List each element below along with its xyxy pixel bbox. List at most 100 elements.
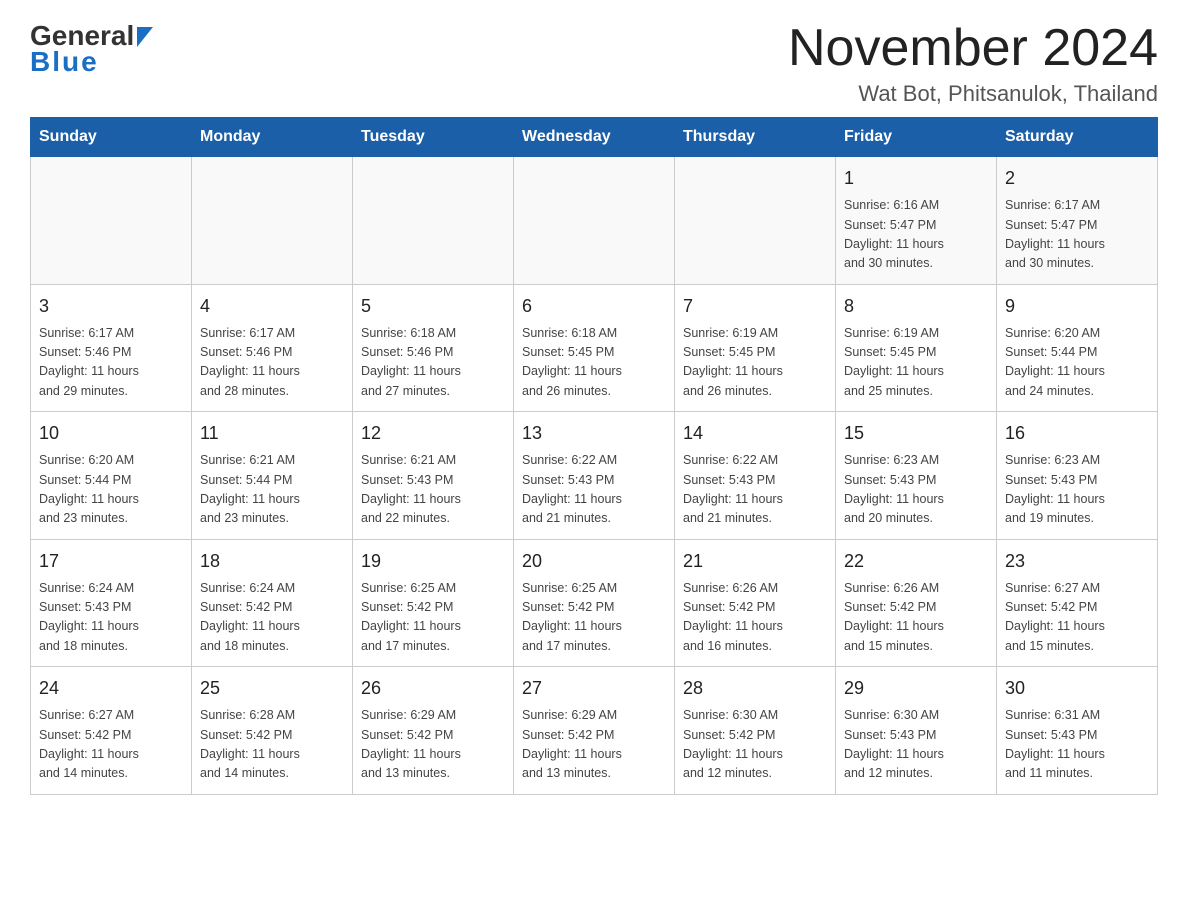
day-number-28: 28: [683, 675, 827, 702]
day-number-17: 17: [39, 548, 183, 575]
calendar-cell-w3-d7: 16 Sunrise: 6:23 AMSunset: 5:43 PMDayligh…: [997, 412, 1158, 540]
day-info-11: Sunrise: 6:21 AMSunset: 5:44 PMDaylight:…: [200, 451, 344, 529]
calendar-cell-w5-d1: 24 Sunrise: 6:27 AMSunset: 5:42 PMDayligh…: [31, 667, 192, 795]
calendar-cell-w4-d7: 23 Sunrise: 6:27 AMSunset: 5:42 PMDayligh…: [997, 539, 1158, 667]
header-saturday: Saturday: [997, 118, 1158, 157]
day-info-19: Sunrise: 6:25 AMSunset: 5:42 PMDaylight:…: [361, 579, 505, 657]
calendar-cell-w1-d7: 2 Sunrise: 6:17 AMSunset: 5:47 PMDaylight…: [997, 157, 1158, 285]
day-number-5: 5: [361, 293, 505, 320]
day-number-1: 1: [844, 165, 988, 192]
day-number-16: 16: [1005, 420, 1149, 447]
calendar-cell-w4-d2: 18 Sunrise: 6:24 AMSunset: 5:42 PMDayligh…: [192, 539, 353, 667]
day-info-25: Sunrise: 6:28 AMSunset: 5:42 PMDaylight:…: [200, 706, 344, 784]
calendar-cell-w1-d2: [192, 157, 353, 285]
day-number-24: 24: [39, 675, 183, 702]
calendar-cell-w2-d5: 7 Sunrise: 6:19 AMSunset: 5:45 PMDaylight…: [675, 284, 836, 412]
calendar-cell-w1-d6: 1 Sunrise: 6:16 AMSunset: 5:47 PMDaylight…: [836, 157, 997, 285]
day-info-7: Sunrise: 6:19 AMSunset: 5:45 PMDaylight:…: [683, 324, 827, 402]
day-info-8: Sunrise: 6:19 AMSunset: 5:45 PMDaylight:…: [844, 324, 988, 402]
calendar-cell-w5-d7: 30 Sunrise: 6:31 AMSunset: 5:43 PMDayligh…: [997, 667, 1158, 795]
month-title: November 2024: [788, 20, 1158, 77]
calendar-cell-w1-d5: [675, 157, 836, 285]
logo: General Blue: [30, 20, 153, 78]
day-info-20: Sunrise: 6:25 AMSunset: 5:42 PMDaylight:…: [522, 579, 666, 657]
day-info-29: Sunrise: 6:30 AMSunset: 5:43 PMDaylight:…: [844, 706, 988, 784]
calendar-cell-w2-d4: 6 Sunrise: 6:18 AMSunset: 5:45 PMDaylight…: [514, 284, 675, 412]
header-sunday: Sunday: [31, 118, 192, 157]
day-info-2: Sunrise: 6:17 AMSunset: 5:47 PMDaylight:…: [1005, 196, 1149, 274]
week-row-2: 3Sunrise: 6:17 AMSunset: 5:46 PMDaylight…: [31, 284, 1158, 412]
day-info-21: Sunrise: 6:26 AMSunset: 5:42 PMDaylight:…: [683, 579, 827, 657]
day-number-6: 6: [522, 293, 666, 320]
day-info-3: Sunrise: 6:17 AMSunset: 5:46 PMDaylight:…: [39, 324, 183, 402]
calendar-cell-w3-d4: 13Sunrise: 6:22 AMSunset: 5:43 PMDayligh…: [514, 412, 675, 540]
calendar-cell-w4-d1: 17 Sunrise: 6:24 AMSunset: 5:43 PMDayligh…: [31, 539, 192, 667]
week-row-4: 17 Sunrise: 6:24 AMSunset: 5:43 PMDayligh…: [31, 539, 1158, 667]
week-row-5: 24 Sunrise: 6:27 AMSunset: 5:42 PMDayligh…: [31, 667, 1158, 795]
calendar-cell-w3-d2: 11 Sunrise: 6:21 AMSunset: 5:44 PMDayligh…: [192, 412, 353, 540]
calendar-cell-w4-d5: 21 Sunrise: 6:26 AMSunset: 5:42 PMDayligh…: [675, 539, 836, 667]
calendar-cell-w3-d5: 14Sunrise: 6:22 AMSunset: 5:43 PMDayligh…: [675, 412, 836, 540]
calendar-cell-w2-d3: 5 Sunrise: 6:18 AMSunset: 5:46 PMDaylight…: [353, 284, 514, 412]
day-info-26: Sunrise: 6:29 AMSunset: 5:42 PMDaylight:…: [361, 706, 505, 784]
day-info-17: Sunrise: 6:24 AMSunset: 5:43 PMDaylight:…: [39, 579, 183, 657]
day-number-2: 2: [1005, 165, 1149, 192]
day-number-30: 30: [1005, 675, 1149, 702]
calendar-cell-w4-d3: 19 Sunrise: 6:25 AMSunset: 5:42 PMDayligh…: [353, 539, 514, 667]
day-number-9: 9: [1005, 293, 1149, 320]
calendar-cell-w1-d1: [31, 157, 192, 285]
day-number-15: 15: [844, 420, 988, 447]
day-info-18: Sunrise: 6:24 AMSunset: 5:42 PMDaylight:…: [200, 579, 344, 657]
calendar-cell-w5-d5: 28 Sunrise: 6:30 AMSunset: 5:42 PMDayligh…: [675, 667, 836, 795]
day-info-10: Sunrise: 6:20 AMSunset: 5:44 PMDaylight:…: [39, 451, 183, 529]
calendar-cell-w5-d4: 27Sunrise: 6:29 AMSunset: 5:42 PMDayligh…: [514, 667, 675, 795]
header-monday: Monday: [192, 118, 353, 157]
day-number-25: 25: [200, 675, 344, 702]
day-info-15: Sunrise: 6:23 AMSunset: 5:43 PMDaylight:…: [844, 451, 988, 529]
calendar-cell-w4-d4: 20 Sunrise: 6:25 AMSunset: 5:42 PMDayligh…: [514, 539, 675, 667]
day-info-28: Sunrise: 6:30 AMSunset: 5:42 PMDaylight:…: [683, 706, 827, 784]
day-number-23: 23: [1005, 548, 1149, 575]
day-info-1: Sunrise: 6:16 AMSunset: 5:47 PMDaylight:…: [844, 196, 988, 274]
day-info-23: Sunrise: 6:27 AMSunset: 5:42 PMDaylight:…: [1005, 579, 1149, 657]
day-number-18: 18: [200, 548, 344, 575]
week-row-3: 10 Sunrise: 6:20 AMSunset: 5:44 PMDayligh…: [31, 412, 1158, 540]
day-number-20: 20: [522, 548, 666, 575]
calendar-cell-w3-d3: 12Sunrise: 6:21 AMSunset: 5:43 PMDayligh…: [353, 412, 514, 540]
day-number-10: 10: [39, 420, 183, 447]
logo-triangle-icon: [137, 27, 153, 47]
day-info-5: Sunrise: 6:18 AMSunset: 5:46 PMDaylight:…: [361, 324, 505, 402]
logo-blue-text: Blue: [30, 46, 99, 78]
calendar-cell-w3-d1: 10 Sunrise: 6:20 AMSunset: 5:44 PMDayligh…: [31, 412, 192, 540]
page-header: General Blue November 2024 Wat Bot, Phit…: [30, 20, 1158, 107]
day-info-6: Sunrise: 6:18 AMSunset: 5:45 PMDaylight:…: [522, 324, 666, 402]
day-number-8: 8: [844, 293, 988, 320]
day-info-24: Sunrise: 6:27 AMSunset: 5:42 PMDaylight:…: [39, 706, 183, 784]
calendar-table: Sunday Monday Tuesday Wednesday Thursday…: [30, 117, 1158, 795]
day-number-19: 19: [361, 548, 505, 575]
header-tuesday: Tuesday: [353, 118, 514, 157]
day-info-16: Sunrise: 6:23 AMSunset: 5:43 PMDaylight:…: [1005, 451, 1149, 529]
day-info-4: Sunrise: 6:17 AMSunset: 5:46 PMDaylight:…: [200, 324, 344, 402]
calendar-cell-w5-d2: 25 Sunrise: 6:28 AMSunset: 5:42 PMDayligh…: [192, 667, 353, 795]
week-row-1: 1 Sunrise: 6:16 AMSunset: 5:47 PMDaylight…: [31, 157, 1158, 285]
calendar-cell-w5-d3: 26Sunrise: 6:29 AMSunset: 5:42 PMDayligh…: [353, 667, 514, 795]
day-number-14: 14: [683, 420, 827, 447]
title-section: November 2024 Wat Bot, Phitsanulok, Thai…: [788, 20, 1158, 107]
calendar-cell-w1-d3: [353, 157, 514, 285]
day-number-13: 13: [522, 420, 666, 447]
day-number-21: 21: [683, 548, 827, 575]
day-number-7: 7: [683, 293, 827, 320]
calendar-cell-w5-d6: 29Sunrise: 6:30 AMSunset: 5:43 PMDayligh…: [836, 667, 997, 795]
calendar-cell-w2-d2: 4 Sunrise: 6:17 AMSunset: 5:46 PMDaylight…: [192, 284, 353, 412]
day-info-22: Sunrise: 6:26 AMSunset: 5:42 PMDaylight:…: [844, 579, 988, 657]
calendar-cell-w2-d7: 9 Sunrise: 6:20 AMSunset: 5:44 PMDaylight…: [997, 284, 1158, 412]
day-info-27: Sunrise: 6:29 AMSunset: 5:42 PMDaylight:…: [522, 706, 666, 784]
day-info-9: Sunrise: 6:20 AMSunset: 5:44 PMDaylight:…: [1005, 324, 1149, 402]
day-number-11: 11: [200, 420, 344, 447]
calendar-cell-w2-d6: 8 Sunrise: 6:19 AMSunset: 5:45 PMDaylight…: [836, 284, 997, 412]
day-info-30: Sunrise: 6:31 AMSunset: 5:43 PMDaylight:…: [1005, 706, 1149, 784]
calendar-cell-w2-d1: 3Sunrise: 6:17 AMSunset: 5:46 PMDaylight…: [31, 284, 192, 412]
day-number-4: 4: [200, 293, 344, 320]
calendar-cell-w3-d6: 15 Sunrise: 6:23 AMSunset: 5:43 PMDayligh…: [836, 412, 997, 540]
